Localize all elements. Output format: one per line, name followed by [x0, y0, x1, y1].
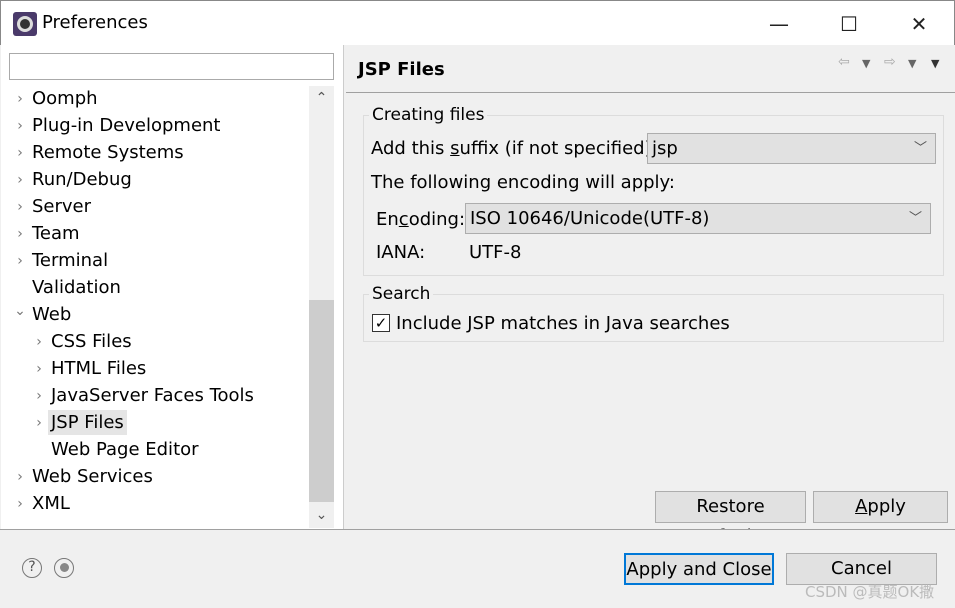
- eclipse-app-icon: [13, 12, 37, 36]
- scroll-up-icon[interactable]: ⌃: [309, 86, 334, 111]
- minimize-button[interactable]: —: [759, 9, 799, 39]
- chevron-down-icon[interactable]: ⌄: [13, 303, 27, 319]
- search-legend: Search: [369, 284, 434, 304]
- chevron-right-icon[interactable]: ›: [32, 388, 46, 404]
- window-title: Preferences: [42, 12, 148, 33]
- chevron-right-icon[interactable]: ›: [13, 91, 27, 107]
- chevron-right-icon[interactable]: ›: [13, 118, 27, 134]
- filter-input[interactable]: [9, 53, 334, 80]
- divider: [346, 92, 955, 93]
- scroll-down-icon[interactable]: ⌄: [309, 503, 334, 528]
- forward-icon[interactable]: ⇨: [884, 54, 896, 70]
- chevron-right-icon[interactable]: ›: [13, 172, 27, 188]
- chevron-right-icon[interactable]: ›: [13, 253, 27, 269]
- chevron-right-icon[interactable]: ›: [32, 334, 46, 350]
- view-menu-icon[interactable]: ▼: [931, 57, 939, 70]
- tree-item[interactable]: Terminal: [32, 248, 108, 273]
- creating-files-legend: Creating files: [369, 105, 488, 125]
- page-title: JSP Files: [358, 59, 445, 80]
- tree-item[interactable]: Web Page Editor: [51, 437, 199, 462]
- back-icon[interactable]: ⇦: [838, 54, 850, 70]
- forward-menu-icon[interactable]: ▼: [908, 57, 916, 70]
- title-bar: Preferences — ☐ ✕: [0, 0, 955, 45]
- back-menu-icon[interactable]: ▼: [862, 57, 870, 70]
- chevron-right-icon[interactable]: ›: [13, 145, 27, 161]
- chevron-down-icon: ﹀: [908, 211, 922, 226]
- chevron-right-icon[interactable]: ›: [32, 415, 46, 431]
- tree-item[interactable]: Remote Systems: [32, 140, 184, 165]
- include-jsp-label[interactable]: Include JSP matches in Java searches: [396, 313, 730, 334]
- suffix-combo[interactable]: jsp ﹀: [647, 133, 936, 164]
- chevron-right-icon[interactable]: ›: [13, 226, 27, 242]
- tree-item[interactable]: JavaServer Faces Tools: [51, 383, 254, 408]
- iana-label: IANA:: [376, 242, 426, 263]
- tree-item[interactable]: JSP Files: [48, 410, 127, 435]
- help-icon[interactable]: ?: [22, 558, 42, 578]
- apply-button[interactable]: Apply: [813, 491, 948, 523]
- tree-item[interactable]: Oomph: [32, 86, 98, 111]
- record-icon[interactable]: [54, 558, 74, 578]
- scrollbar-thumb[interactable]: [309, 300, 334, 502]
- tree-item[interactable]: XML: [32, 491, 70, 516]
- close-button[interactable]: ✕: [899, 9, 939, 39]
- suffix-value: jsp: [652, 138, 678, 159]
- suffix-label: Add this suffix (if not specified):: [371, 138, 658, 159]
- tree-item[interactable]: Web Services: [32, 464, 153, 489]
- encoding-note: The following encoding will apply:: [371, 172, 675, 193]
- encoding-label: Encoding:: [376, 209, 466, 230]
- encoding-value: ISO 10646/Unicode(UTF-8): [470, 208, 710, 229]
- tree-item[interactable]: CSS Files: [51, 329, 132, 354]
- chevron-down-icon: ﹀: [913, 141, 927, 156]
- chevron-right-icon[interactable]: ›: [32, 361, 46, 377]
- tree-item[interactable]: Validation: [32, 275, 121, 300]
- tree-item[interactable]: Server: [32, 194, 91, 219]
- iana-value: UTF-8: [469, 242, 522, 263]
- watermark: CSDN @真题OK撒: [805, 583, 935, 601]
- chevron-right-icon[interactable]: ›: [13, 496, 27, 512]
- checkmark-icon: ✓: [374, 314, 388, 332]
- tree-item[interactable]: Team: [32, 221, 80, 246]
- restore-defaults-button[interactable]: Restore Defaults: [655, 491, 806, 547]
- apply-and-close-button[interactable]: Apply and Close: [624, 553, 774, 585]
- maximize-button[interactable]: ☐: [829, 9, 869, 39]
- include-jsp-checkbox[interactable]: ✓: [372, 314, 390, 332]
- encoding-combo[interactable]: ISO 10646/Unicode(UTF-8) ﹀: [465, 203, 931, 234]
- tree-item[interactable]: Web: [32, 302, 71, 327]
- chevron-right-icon[interactable]: ›: [13, 469, 27, 485]
- tree-item[interactable]: Plug-in Development: [32, 113, 221, 138]
- chevron-right-icon[interactable]: ›: [13, 199, 27, 215]
- tree-item[interactable]: Run/Debug: [32, 167, 132, 192]
- tree-item[interactable]: HTML Files: [51, 356, 146, 381]
